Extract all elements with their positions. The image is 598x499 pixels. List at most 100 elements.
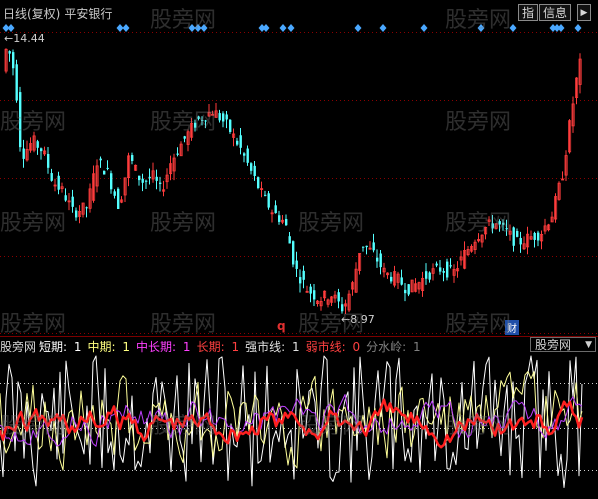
candle-down: [99, 158, 102, 161]
indicator-legend: 股旁网 短期: 1 中期: 1 中长期: 1 长期: 1 强市线: 1 弱市线: 0 分水岭:…: [0, 338, 598, 354]
candle-down: [404, 289, 407, 294]
candle-down: [512, 227, 515, 246]
event-diamond-icon: [574, 24, 582, 32]
candle-down: [145, 180, 148, 182]
watermark: 股旁网: [445, 8, 512, 33]
candle-down: [36, 141, 39, 148]
candle-down: [288, 236, 291, 244]
indicator-select[interactable]: 股旁网 ▼: [530, 337, 596, 352]
candle-down: [141, 178, 144, 183]
watermark: 股旁网: [150, 312, 217, 337]
candle-down: [400, 277, 403, 285]
indicator-name[interactable]: 股旁网: [0, 340, 36, 354]
event-diamond-icon: [354, 24, 362, 32]
candle-down: [148, 176, 151, 179]
candle-down: [131, 155, 134, 161]
candle-down: [446, 261, 449, 278]
watermark: 股旁网: [445, 110, 512, 135]
watermark: 股旁网: [150, 110, 217, 135]
candle-down: [379, 253, 382, 268]
param-weak-line: 弱市线: 0: [305, 340, 361, 354]
high-price-label: ←14.44: [4, 32, 45, 45]
watermark: 股旁网: [0, 211, 67, 236]
candle-down: [155, 176, 158, 181]
candle-down: [537, 232, 540, 241]
candle-down: [372, 242, 375, 251]
candle-down: [113, 191, 116, 196]
candle-down: [278, 215, 281, 222]
candle-down: [428, 272, 431, 280]
candle-down: [229, 119, 232, 132]
candle-down: [64, 195, 67, 201]
param-strong-line: 强市线: 1: [245, 340, 300, 354]
candle-down: [519, 237, 522, 245]
candle-down: [50, 173, 53, 181]
watermark: 股旁网: [445, 211, 512, 236]
candle-down: [295, 260, 298, 269]
candle-down: [449, 265, 452, 267]
candle-down: [103, 170, 106, 175]
stock-chart-window: 日线(复权) 平安银行 指 信息 ▶ ←14.44 ←8.97 q 财 股旁网 股…: [0, 0, 598, 499]
event-marker-q[interactable]: q: [277, 319, 286, 333]
candle-down: [85, 207, 88, 209]
watermark: 股旁网: [0, 414, 67, 439]
candle-down: [257, 177, 260, 189]
dropdown-caret-icon[interactable]: ▼: [585, 338, 592, 353]
param-long: 长期: 1: [196, 340, 240, 354]
watermark: 股旁网: [150, 414, 217, 439]
candle-down: [442, 270, 445, 273]
candle-down: [57, 175, 60, 190]
param-watershed: 分水岭: 1: [366, 340, 421, 354]
candle-down: [313, 290, 316, 300]
candle-down: [253, 165, 256, 176]
candle-down: [22, 148, 25, 159]
event-diamond-icon: [287, 24, 295, 32]
candle-down: [71, 196, 74, 207]
candle-down: [222, 113, 225, 122]
candle-down: [302, 270, 305, 280]
watermark: 股旁网: [298, 414, 365, 439]
candle-down: [225, 114, 228, 120]
candle-down: [8, 51, 11, 54]
candle-down: [390, 276, 393, 282]
candle-down: [236, 140, 239, 145]
param-mid: 中期: 1: [87, 340, 131, 354]
candle-down: [110, 173, 113, 190]
param-mid-long: 中长期: 1: [136, 340, 191, 354]
candle-down: [246, 148, 249, 163]
candle-down: [250, 163, 253, 171]
candle-down: [75, 210, 78, 218]
candle-down: [533, 232, 536, 240]
candle-down: [309, 286, 312, 294]
candle-down: [40, 148, 43, 152]
watermark: 股旁网: [150, 8, 217, 33]
candle-down: [435, 263, 438, 266]
candle-down: [407, 284, 410, 295]
candle-down: [117, 188, 120, 210]
candle-down: [243, 153, 246, 156]
candle-down: [159, 182, 162, 184]
candle-down: [264, 194, 267, 196]
candle-down: [285, 218, 288, 226]
watermark: 股旁网: [0, 312, 67, 337]
candle-down: [362, 246, 365, 248]
watermark: 股旁网: [445, 414, 512, 439]
watermark: 股旁网: [150, 211, 217, 236]
candle-down: [337, 292, 340, 302]
candle-down: [439, 267, 442, 272]
event-diamond-icon: [116, 24, 124, 32]
candle-down: [267, 193, 270, 208]
candle-down: [425, 271, 428, 279]
watermark: 股旁网: [298, 312, 365, 337]
candle-down: [218, 113, 221, 121]
event-diamond-icon: [557, 24, 565, 32]
candle-down: [138, 175, 141, 181]
candle-down: [516, 230, 519, 237]
event-diamond-icon: [262, 24, 270, 32]
candle-down: [239, 135, 242, 148]
watermark: 股旁网: [298, 211, 365, 236]
candle-down: [15, 64, 18, 101]
candle-down: [299, 277, 302, 284]
candle-down: [176, 153, 179, 155]
candle-down: [47, 154, 50, 168]
